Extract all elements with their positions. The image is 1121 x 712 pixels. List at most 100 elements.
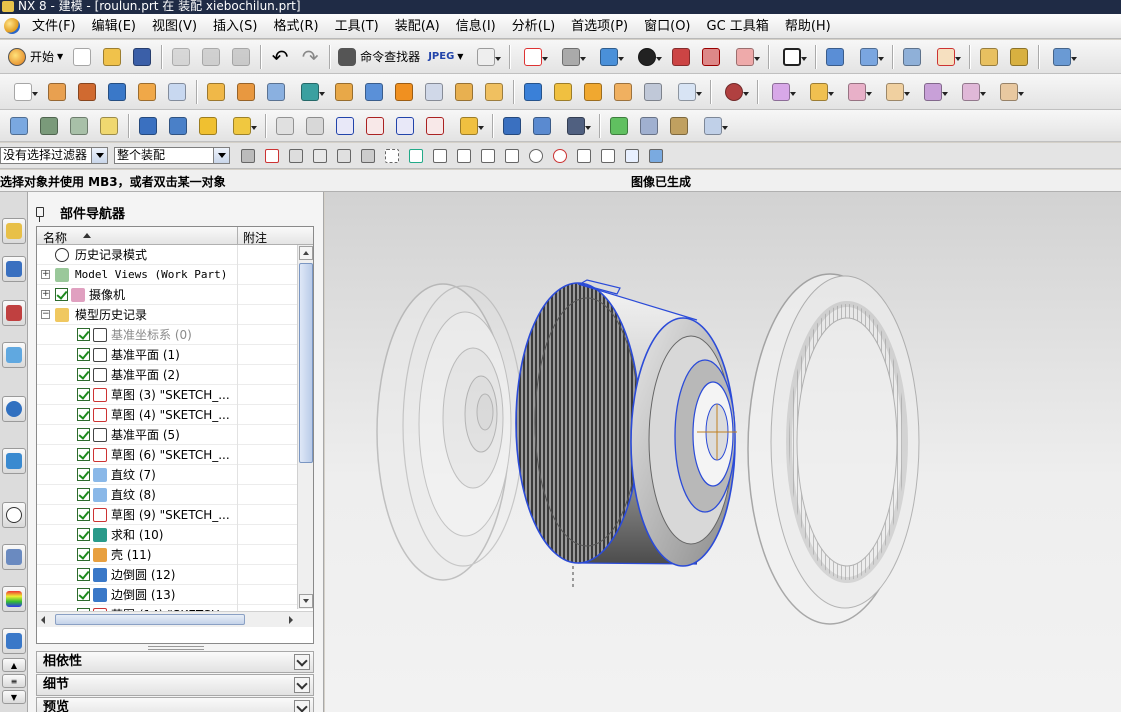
boss-button[interactable]	[233, 79, 259, 105]
tabular-note-button[interactable]	[225, 113, 259, 139]
replace-face-button[interactable]	[878, 79, 912, 105]
visibility-checkbox[interactable]	[77, 348, 90, 361]
scroll-thumb[interactable]	[55, 614, 245, 625]
ob-button[interactable]	[422, 113, 448, 139]
existing-point-button[interactable]	[574, 146, 594, 166]
point-on-curve-button[interactable]	[598, 146, 618, 166]
tree-row-feature[interactable]: 草图 (6) "SKETCH_...	[37, 445, 297, 465]
curve-analysis-button[interactable]	[452, 113, 486, 139]
visibility-checkbox[interactable]	[77, 528, 90, 541]
redo-button[interactable]: ↷	[297, 44, 323, 70]
undo-button[interactable]: ↶	[267, 44, 293, 70]
gs-button[interactable]	[332, 113, 358, 139]
check-geometry-button[interactable]	[606, 113, 632, 139]
arc-center-button[interactable]	[526, 146, 546, 166]
trim-body-button[interactable]	[520, 79, 546, 105]
resize-blend-button[interactable]	[916, 79, 950, 105]
visibility-checkbox[interactable]	[77, 468, 90, 481]
quadrant-point-button[interactable]	[550, 146, 570, 166]
part-navigator-tab[interactable]	[2, 300, 26, 326]
tree-row-feature[interactable]: 基准平面 (2)	[37, 365, 297, 385]
spreadsheet-button[interactable]	[499, 113, 525, 139]
menu-window[interactable]: 窗口(O)	[636, 14, 698, 39]
dependencies-section[interactable]: 相依性	[36, 651, 314, 673]
visibility-checkbox[interactable]	[77, 488, 90, 501]
wrench-button[interactable]	[559, 113, 593, 139]
shell-button[interactable]	[451, 79, 477, 105]
system-materials-tab[interactable]	[2, 544, 26, 570]
tree-row-feature[interactable]: 直纹 (8)	[37, 485, 297, 505]
block-button[interactable]	[104, 79, 130, 105]
edit-section-button[interactable]	[698, 44, 724, 70]
measure-distance-button[interactable]	[976, 44, 1002, 70]
edge-blend-button[interactable]	[391, 79, 417, 105]
expand-icon[interactable]: +	[41, 270, 50, 279]
process-studio-tab[interactable]	[2, 586, 26, 612]
menu-analysis[interactable]: 分析(L)	[504, 14, 563, 39]
visibility-checkbox[interactable]	[55, 288, 68, 301]
command-finder-button[interactable]: 命令查找器	[334, 44, 424, 70]
copy-face-button[interactable]	[954, 79, 988, 105]
sketch-button[interactable]	[6, 79, 40, 105]
tree-row-feature[interactable]: 边倒圆 (12)	[37, 565, 297, 585]
info-dropdown-button[interactable]	[469, 44, 503, 70]
csys-button[interactable]	[929, 44, 963, 70]
component-properties-button[interactable]	[66, 113, 92, 139]
wave-geometry-button[interactable]	[899, 44, 925, 70]
assembly-navigator-tab[interactable]	[2, 218, 26, 244]
offset-face-button[interactable]	[610, 79, 636, 105]
snap-point-button[interactable]	[262, 146, 282, 166]
section-view-button[interactable]	[668, 44, 694, 70]
fit-view-button[interactable]	[516, 44, 550, 70]
draft-button[interactable]	[481, 79, 507, 105]
expand-icon[interactable]: +	[41, 290, 50, 299]
visibility-checkbox[interactable]	[77, 548, 90, 561]
assembly-constraints-button[interactable]	[165, 113, 191, 139]
rendering-style-button[interactable]	[554, 44, 588, 70]
orient-view-button[interactable]	[592, 44, 626, 70]
reuse-library-tab[interactable]	[2, 342, 26, 368]
add-component-button[interactable]	[135, 113, 161, 139]
chevron-down-icon[interactable]	[294, 654, 310, 670]
pull-face-button[interactable]	[802, 79, 836, 105]
layer-settings-button[interactable]	[775, 44, 809, 70]
visibility-checkbox[interactable]	[77, 388, 90, 401]
tree-row-model-views[interactable]: + Model Views (Work Part)	[37, 265, 297, 285]
tree-row-feature[interactable]: 直纹 (7)	[37, 465, 297, 485]
tree-row-feature[interactable]: 基准平面 (5)	[37, 425, 297, 445]
pattern-face-button[interactable]	[992, 79, 1026, 105]
scroll-right-icon[interactable]	[289, 616, 293, 624]
scroll-thumb[interactable]	[299, 263, 313, 463]
save-button[interactable]	[129, 44, 155, 70]
menu-file[interactable]: 文件(F)	[24, 14, 84, 39]
paste-button[interactable]	[228, 44, 254, 70]
subtract-button[interactable]	[331, 79, 357, 105]
control-point-button[interactable]	[478, 146, 498, 166]
start-button[interactable]: 开始 ▼	[4, 44, 67, 70]
intersect-button[interactable]	[361, 79, 387, 105]
hole-button[interactable]	[203, 79, 229, 105]
menu-tools[interactable]: 工具(T)	[327, 14, 387, 39]
column-name[interactable]: 名称	[43, 229, 67, 246]
new-file-button[interactable]	[69, 44, 95, 70]
table-button[interactable]	[666, 113, 692, 139]
play-animation-button[interactable]	[1045, 44, 1079, 70]
panel-splitter[interactable]	[148, 646, 204, 650]
chevron-down-icon[interactable]	[294, 700, 310, 712]
graphics-window[interactable]	[325, 192, 1121, 712]
unite-button[interactable]	[293, 79, 327, 105]
tree-row-model-history[interactable]: − 模型历史记录	[37, 305, 297, 325]
extrude-button[interactable]	[44, 79, 70, 105]
split-body-button[interactable]	[550, 79, 576, 105]
visibility-checkbox[interactable]	[77, 448, 90, 461]
menu-assemblies[interactable]: 装配(A)	[387, 14, 448, 39]
tree-row-feature[interactable]: 壳 (11)	[37, 545, 297, 565]
tree-row-history-mode[interactable]: 历史记录模式	[37, 245, 297, 265]
scroll-left-icon[interactable]	[41, 616, 45, 624]
datum-button[interactable]	[696, 113, 730, 139]
point-on-surface-button[interactable]	[622, 146, 642, 166]
mid-point-button[interactable]	[454, 146, 474, 166]
eraser-button[interactable]	[96, 113, 122, 139]
cylinder-button[interactable]	[134, 79, 160, 105]
select-all-button[interactable]	[310, 146, 330, 166]
